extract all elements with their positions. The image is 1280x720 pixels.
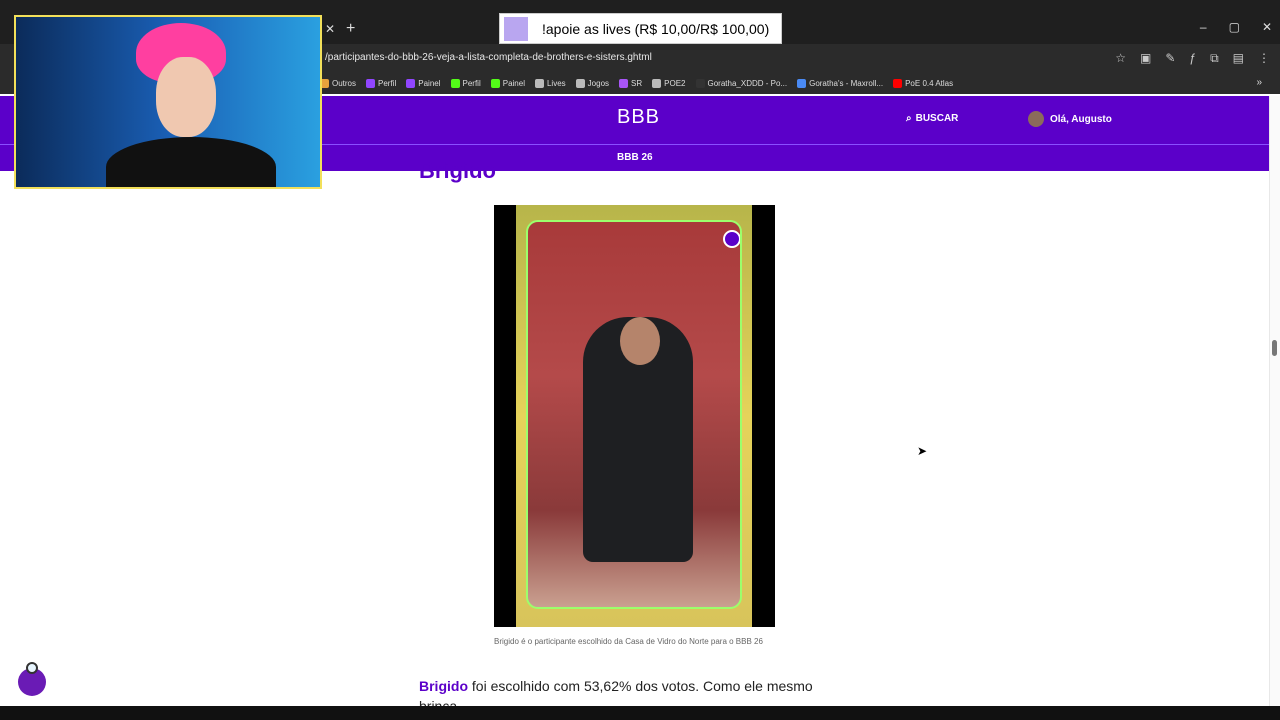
new-tab-icon[interactable]: + (346, 20, 355, 38)
bookmark-item[interactable]: SR (619, 78, 642, 88)
extensions-icon[interactable]: ⧉ (1210, 51, 1219, 66)
taskbar-edge (0, 706, 1280, 720)
article-image[interactable] (494, 205, 775, 627)
bookmark-item[interactable]: PoE 0.4 Atlas (893, 78, 953, 88)
streamer-face (156, 57, 216, 137)
close-window-icon[interactable]: ✕ (1262, 20, 1272, 34)
bookmark-item[interactable]: POE2 (652, 78, 686, 88)
search-label: BUSCAR (915, 113, 959, 124)
mascot-icon[interactable] (12, 660, 52, 696)
star-icon[interactable]: ☆ (1115, 51, 1126, 66)
folder-icon (652, 78, 662, 88)
streamer-shirt (106, 137, 276, 187)
donation-swatch (504, 16, 528, 41)
folder-icon (534, 78, 544, 88)
bookmark-item[interactable]: Jogos (575, 78, 609, 88)
section-title: Brigido (419, 158, 496, 183)
twitch-icon (406, 78, 416, 88)
url-text[interactable]: /participantes-do-bbb-26-veja-a-lista-co… (325, 52, 652, 63)
mascot-eye (26, 662, 38, 674)
participant-card (526, 220, 742, 609)
bookmark-item[interactable]: Painel (406, 78, 441, 88)
sr-icon (619, 78, 629, 88)
mouse-cursor-icon: ➤ (917, 444, 928, 458)
pen-icon[interactable]: ✎ (1165, 51, 1175, 66)
camera-icon[interactable]: ▣ (1140, 51, 1151, 66)
user-menu[interactable]: Olá, Augusto (1028, 111, 1112, 127)
sidebar-icon[interactable]: ▤ (1233, 51, 1244, 66)
bookmark-item[interactable]: Goratha's - Maxroll... (797, 78, 883, 88)
bookmark-item[interactable]: Outros (320, 78, 356, 88)
image-caption: Brigido é o participante escolhido da Ca… (494, 637, 763, 646)
search-button[interactable]: ⌕ BUSCAR (906, 113, 958, 124)
site-icon (695, 78, 705, 88)
bookmark-item[interactable]: Goratha_XDDD - Po... (695, 78, 787, 88)
menu-icon[interactable]: ⋮ (1258, 51, 1270, 66)
avatar (1028, 111, 1044, 127)
restore-icon[interactable]: ▢ (1229, 20, 1240, 34)
kick-icon (490, 78, 500, 88)
window-controls: – ▢ ✕ (1200, 20, 1272, 34)
folder-icon (575, 78, 585, 88)
site-logo[interactable]: BBB (617, 106, 660, 129)
participant-name: Brigido (419, 678, 468, 694)
badge-icon (723, 230, 740, 248)
tab-close-icon[interactable]: ✕ (325, 22, 335, 36)
nav-item-bbb26[interactable]: BBB 26 (617, 152, 653, 163)
font-icon[interactable]: ƒ (1189, 51, 1196, 66)
donation-text: !apoie as lives (R$ 10,00/R$ 100,00) (542, 20, 770, 37)
image-frame (516, 205, 752, 627)
participant-head (620, 317, 660, 365)
bookmark-item[interactable]: Painel (490, 78, 525, 88)
bookmark-item[interactable]: Perfil (450, 78, 481, 88)
youtube-icon (893, 78, 903, 88)
bookmark-item[interactable]: Lives (534, 78, 566, 88)
more-bookmarks-icon[interactable]: » (1256, 77, 1262, 88)
site-icon (797, 78, 807, 88)
twitch-icon (366, 78, 376, 88)
search-icon: ⌕ (906, 113, 912, 124)
bookmark-item[interactable]: Perfil (366, 78, 396, 88)
greeting-text: Olá, Augusto (1050, 113, 1112, 125)
kick-icon (450, 78, 460, 88)
scrollbar-thumb[interactable] (1272, 340, 1277, 356)
toolbar-icons: ☆ ▣ ✎ ƒ ⧉ ▤ ⋮ (1115, 51, 1270, 66)
donation-overlay: !apoie as lives (R$ 10,00/R$ 100,00) (499, 13, 782, 44)
webcam-overlay (14, 15, 322, 189)
page-scrollbar[interactable] (1269, 96, 1280, 706)
minimize-icon[interactable]: – (1200, 20, 1207, 34)
